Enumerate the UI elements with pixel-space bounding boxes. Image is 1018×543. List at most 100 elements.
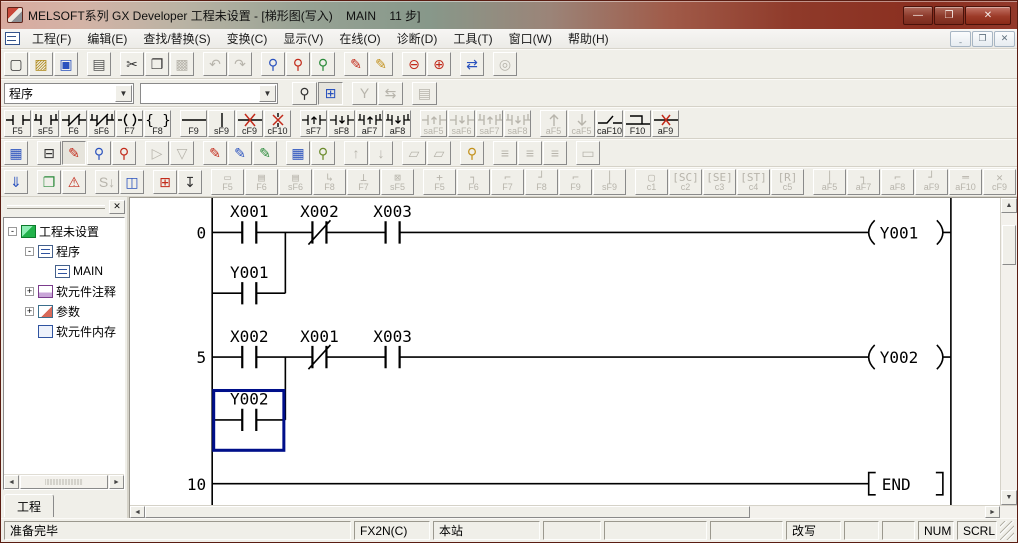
paste-button[interactable]: ▩ [170, 52, 194, 76]
ladder-view-button[interactable]: ⚲ [292, 82, 317, 105]
save-project-button[interactable]: ▣ [54, 52, 78, 76]
statement-edit-button[interactable]: ✎ [369, 52, 393, 76]
up-conversion-button[interactable]: aF5 [540, 110, 567, 137]
comment-search-button[interactable]: ⚲ [460, 141, 484, 165]
coil-button[interactable]: F7 [116, 110, 143, 137]
sort-button[interactable]: S↓ [95, 170, 119, 194]
help-search-button[interactable]: ◎ [493, 52, 517, 76]
close-button[interactable]: ✕ [965, 6, 1011, 25]
tree-item-parameter[interactable]: + 参数 [4, 301, 124, 321]
sfc-transition-button[interactable]: + F5 [423, 169, 456, 195]
ladder-diagram[interactable]: 0 X001 X002 X003 Y001 Y001 5 [130, 198, 1000, 505]
scroll-left-icon[interactable]: ◄ [130, 506, 145, 518]
used-device-list-button[interactable]: ↧ [178, 170, 202, 194]
rising-pulse-button[interactable]: sF7 [300, 110, 327, 137]
scroll-up-icon[interactable]: ▲ [1001, 198, 1017, 213]
panel-drag-grip[interactable] [7, 205, 105, 209]
parallel-rising-pulse-close-button[interactable]: saF7 [476, 110, 503, 137]
menu-window[interactable]: 窗口(W) [501, 29, 560, 48]
delete-vertical-line-button[interactable]: cF10 [264, 110, 291, 137]
window-next-button[interactable]: ▱ [427, 141, 451, 165]
parallel-open-contact-button[interactable]: sF5 [32, 110, 59, 137]
combo-dropdown-icon[interactable]: ▼ [259, 85, 276, 102]
delete-horizontal-line-button[interactable]: cF9 [236, 110, 263, 137]
window-prev-button[interactable]: ▱ [402, 141, 426, 165]
tree-expander-icon[interactable]: + [25, 287, 34, 296]
sfc-delete-line-button[interactable]: ✕ cF9 [983, 169, 1016, 195]
tab-project[interactable]: 工程 [4, 494, 54, 517]
sfc-jump-button[interactable]: ↳ F8 [313, 169, 346, 195]
jump-next-button[interactable]: ↓ [369, 141, 393, 165]
row-delete-button[interactable]: ≡ [518, 141, 542, 165]
titlebar[interactable]: MELSOFT系列 GX Developer 工程未设置 - [梯形图(写入) … [1, 1, 1017, 29]
scroll-right-icon[interactable]: ► [109, 475, 124, 489]
find-step-button[interactable]: ⚲ [87, 141, 111, 165]
sfc-end-step-button[interactable]: ⊥ F7 [347, 169, 380, 195]
menu-help[interactable]: 帮助(H) [560, 29, 617, 48]
vertical-line-button[interactable]: sF9 [208, 110, 235, 137]
menu-edit[interactable]: 编辑(E) [79, 29, 135, 48]
zoom-out-button[interactable]: ⊖ [402, 52, 426, 76]
tree-expander-icon[interactable]: - [8, 227, 17, 236]
ladder-hscrollbar[interactable]: ◄ ► [130, 505, 1017, 518]
program-check-button[interactable]: Y [352, 82, 377, 105]
macro-button[interactable]: ▤ [412, 82, 437, 105]
closed-contact-button[interactable]: F6 [60, 110, 87, 137]
program-type-combo[interactable]: 程序 ▼ [4, 83, 134, 104]
sfc-rule-r-button[interactable]: [R] c5 [771, 169, 804, 195]
monitor-mode-button[interactable]: ▷ [145, 141, 169, 165]
tree-item-project-root[interactable]: - 工程未设置 [4, 221, 124, 241]
combo-dropdown-icon[interactable]: ▼ [115, 85, 132, 102]
tree-hscrollbar[interactable]: ◄ ► [4, 474, 124, 489]
parallel-falling-pulse-button[interactable]: aF8 [384, 110, 411, 137]
draw-line-button[interactable]: F10 [624, 110, 651, 137]
screen-display-button[interactable]: ▭ [576, 141, 600, 165]
tree-expander-icon[interactable]: - [25, 247, 34, 256]
invert-result-button[interactable]: caF10 [596, 110, 623, 137]
row-insert-button[interactable]: ≡ [493, 141, 517, 165]
menu-convert[interactable]: 变换(C) [219, 29, 276, 48]
tree-item-main[interactable]: MAIN [4, 261, 124, 281]
read-from-plc-button[interactable]: ❐ [37, 170, 61, 194]
panel-close-icon[interactable]: ✕ [109, 200, 125, 214]
sfc-line-simultaneous-conv-button[interactable]: ═ aF10 [949, 169, 982, 195]
sfc-rule-se-button[interactable]: [SE] c3 [703, 169, 736, 195]
cross-reference-button[interactable]: ⊞ [153, 170, 177, 194]
sfc-simultaneous-divergence-button[interactable]: ⌐ F7 [491, 169, 524, 195]
sfc-line-simultaneous-div-button[interactable]: ⌐ aF8 [881, 169, 914, 195]
transfer-setup-button[interactable]: ⇄ [460, 52, 484, 76]
down-conversion-button[interactable]: caF5 [568, 110, 595, 137]
mdi-restore-button[interactable]: ❐ [972, 31, 993, 47]
sfc-line-vertical-button[interactable]: │ aF5 [813, 169, 846, 195]
cut-button[interactable]: ✂ [120, 52, 144, 76]
scroll-right-icon[interactable]: ► [985, 506, 1000, 518]
comment-edit-mode-button[interactable]: ✎ [62, 141, 86, 165]
menu-diagnostics[interactable]: 诊断(D) [389, 29, 446, 48]
menu-tools[interactable]: 工具(T) [445, 29, 500, 48]
maximize-button[interactable]: ❐ [934, 6, 964, 25]
sfc-vertical-line-button[interactable]: │ sF9 [593, 169, 626, 195]
ladder-monitor-button[interactable]: ▦ [4, 141, 28, 165]
sfc-initial-step-button[interactable]: ▤ F6 [245, 169, 278, 195]
sfc-block-step-button[interactable]: ⊠ sF5 [381, 169, 414, 195]
rising-pulse-close-button[interactable]: saF5 [420, 110, 447, 137]
sfc-selection-convergence-button[interactable]: ┘ F8 [525, 169, 558, 195]
parallel-rising-pulse-button[interactable]: aF7 [356, 110, 383, 137]
monitor-write-button[interactable]: ▽ [170, 141, 194, 165]
horizontal-line-button[interactable]: F9 [180, 110, 207, 137]
delete-line-button[interactable]: aF9 [652, 110, 679, 137]
jump-prev-button[interactable]: ↑ [344, 141, 368, 165]
find-string-button[interactable]: ⚲ [311, 52, 335, 76]
menu-online[interactable]: 在线(O) [331, 29, 388, 48]
redo-button[interactable]: ↷ [228, 52, 252, 76]
sfc-line-selection-conv-button[interactable]: ┘ aF9 [915, 169, 948, 195]
mdi-minimize-button[interactable]: ˍ [950, 31, 971, 47]
write-to-plc-button[interactable]: ⇓ [4, 170, 28, 194]
ladder-vscrollbar[interactable]: ▲ ▼ [1000, 198, 1017, 505]
device-memory-button[interactable]: ◫ [120, 170, 144, 194]
tree-item-program[interactable]: - 程序 [4, 241, 124, 261]
minimize-button[interactable]: — [903, 6, 933, 25]
sfc-rule-sc-button[interactable]: [SC] c2 [669, 169, 702, 195]
sfc-rule-write-button[interactable]: ▢ c1 [635, 169, 668, 195]
print-button[interactable]: ▤ [87, 52, 111, 76]
